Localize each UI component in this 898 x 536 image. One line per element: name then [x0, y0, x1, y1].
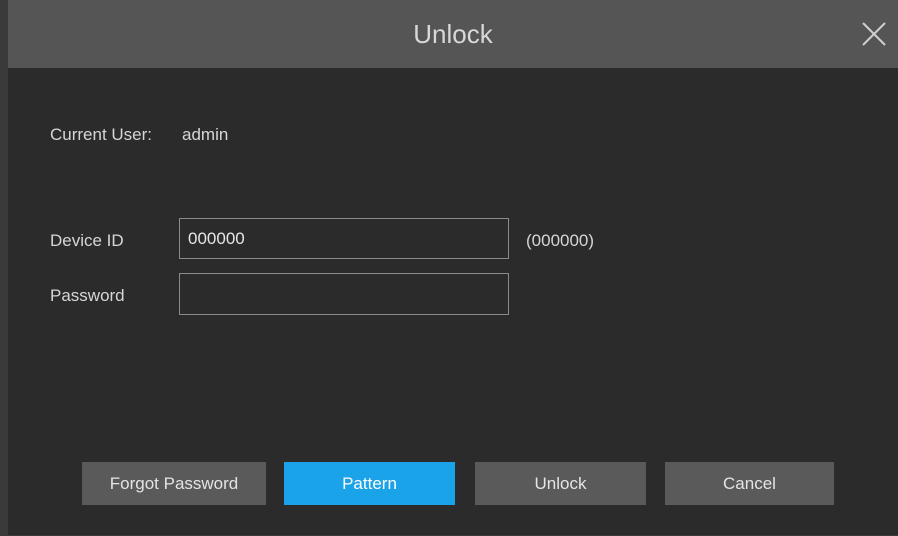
device-id-label: Device ID — [50, 231, 124, 250]
cancel-button[interactable]: Cancel — [665, 462, 834, 505]
current-user-value: admin — [182, 125, 229, 144]
device-id-input[interactable] — [179, 218, 509, 259]
unlock-button[interactable]: Unlock — [475, 462, 646, 505]
forgot-password-button[interactable]: Forgot Password — [82, 462, 266, 505]
device-id-hint: (000000) — [526, 231, 595, 250]
pattern-button[interactable]: Pattern — [284, 462, 455, 505]
close-icon[interactable] — [860, 20, 888, 48]
dialog-titlebar: Unlock — [8, 0, 898, 68]
unlock-dialog: Unlock Current User: admin Device ID (00… — [0, 0, 898, 536]
password-input[interactable] — [179, 273, 509, 315]
password-label: Password — [50, 286, 125, 305]
dialog-title: Unlock — [413, 19, 493, 49]
current-user-label: Current User: — [50, 125, 153, 144]
